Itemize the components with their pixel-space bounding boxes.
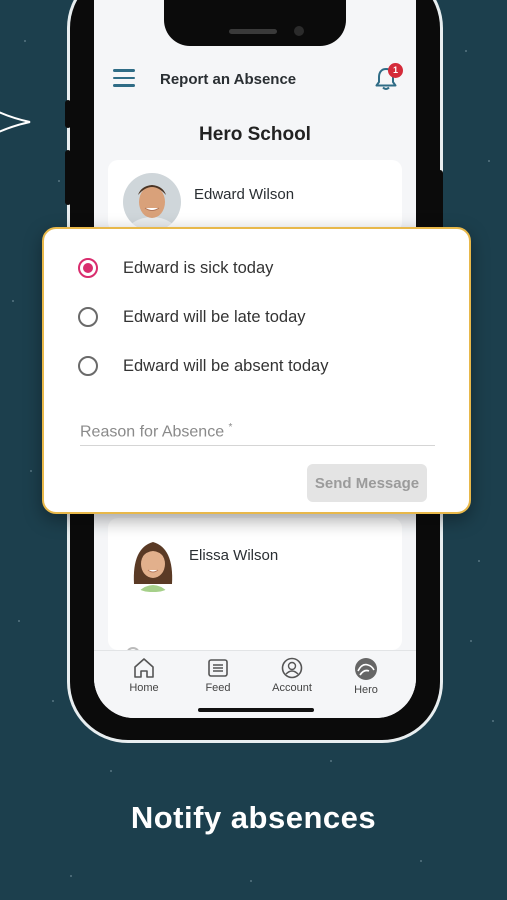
reason-underline (80, 445, 435, 446)
speaker (229, 29, 277, 34)
required-mark: * (228, 422, 233, 433)
student-card[interactable]: Elissa Wilson (108, 518, 402, 650)
nav-label: Hero (354, 684, 378, 696)
reason-field[interactable]: Reason for Absence * (80, 422, 232, 441)
page-title: Report an Absence (160, 71, 297, 88)
reason-placeholder: Reason for Absence (80, 423, 225, 441)
nav-hero[interactable]: Hero (336, 657, 396, 696)
account-icon (281, 657, 303, 679)
school-name: Hero School (199, 124, 311, 145)
option-label: Edward will be absent today (123, 357, 329, 375)
caption: Notify absences (130, 800, 377, 835)
phone-button (65, 100, 71, 128)
home-indicator (198, 708, 314, 712)
nav-home[interactable]: Home (114, 657, 174, 694)
option-label: Edward will be late today (123, 308, 306, 326)
avatar (123, 173, 181, 231)
notification-badge: 1 (388, 63, 403, 78)
radio-unselected[interactable] (78, 307, 98, 327)
radio-unselected[interactable] (78, 356, 98, 376)
phone-button (437, 170, 443, 230)
camera (294, 26, 304, 36)
avatar (128, 534, 178, 592)
sparkle-icon (0, 111, 31, 133)
hero-logo-icon (355, 658, 377, 680)
feed-icon (208, 659, 228, 677)
nav-label: Home (129, 682, 159, 694)
nav-label: Account (272, 682, 312, 694)
send-message-button[interactable]: Send Message (307, 464, 427, 502)
phone-notch (164, 0, 346, 46)
student-name: Elissa Wilson (189, 547, 279, 564)
radio-selected[interactable] (78, 258, 98, 278)
phone-button (65, 150, 71, 205)
option-label: Edward is sick today (123, 259, 274, 277)
nav-label: Feed (205, 682, 231, 694)
menu-icon[interactable] (113, 69, 135, 87)
nav-feed[interactable]: Feed (188, 657, 248, 694)
student-name: Edward Wilson (194, 186, 295, 203)
home-icon (134, 658, 154, 678)
nav-account[interactable]: Account (262, 657, 322, 694)
student-card[interactable]: Edward Wilson (108, 160, 402, 232)
absence-popup: Edward is sick today Edward will be late… (42, 227, 471, 514)
